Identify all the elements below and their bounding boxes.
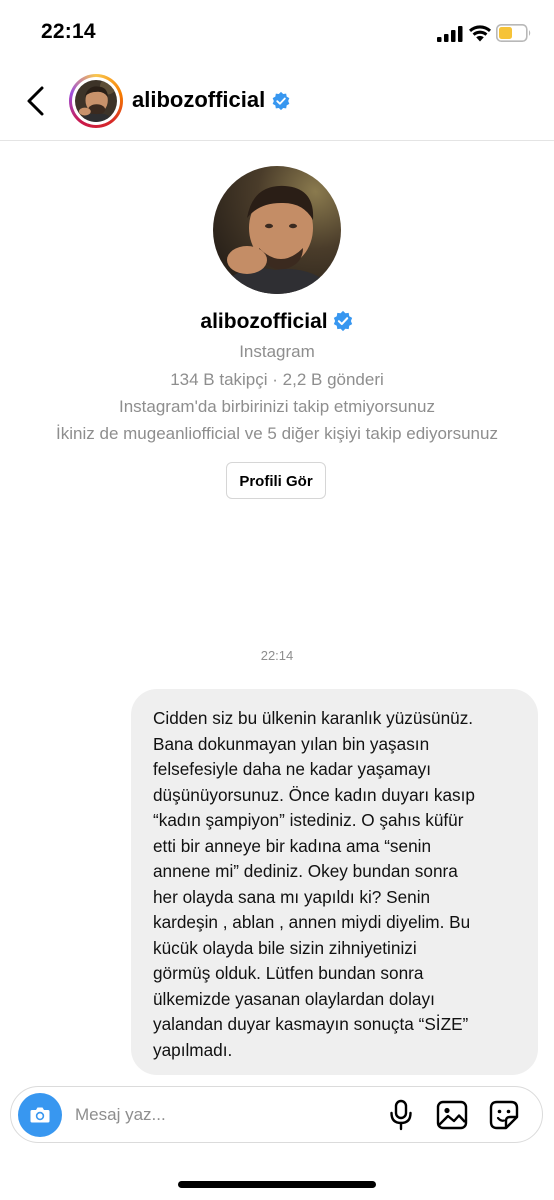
message-line: her olayda sana mı yapıldı ki? Senin [153,886,431,907]
header-username[interactable]: alibozofficial [132,87,265,113]
battery-icon [496,24,531,42]
home-indicator[interactable] [178,1181,376,1188]
wifi-icon [469,25,491,42]
message-line: etti bir anneye bir kadına ama “senin [153,835,432,856]
message-line: kardeşin , ablan , annen miydi diyelim. … [153,912,471,932]
message-input[interactable] [75,1101,365,1129]
cellular-signal-icon [437,26,463,42]
message-line: Bana dokunmayan yılan bin yaşasın [153,733,430,754]
camera-icon [30,1107,50,1123]
message-line: görmüş olduk. Lütfen bundan sonra [153,963,424,983]
view-profile-button[interactable]: Profili Gör [226,462,326,499]
status-time: 22:14 [41,20,96,43]
message-bubble[interactable]: Cidden siz bu ülkenin karanlık yüzüsünüz… [131,689,538,1075]
sticker-icon[interactable] [489,1100,519,1130]
message-line: kücük olayda bile sizin zihniyetinizi [153,937,417,958]
image-icon[interactable] [436,1100,468,1130]
profile-username: alibozofficial [200,310,328,333]
message-line: annene mi” dediniz. Okey bundan sonra [153,861,458,881]
status-bar: 22:14 [0,0,554,62]
profile-photo-image [213,166,341,294]
profile-stats: 134 B takipçi · 2,2 B gönderi [170,370,384,389]
camera-button[interactable] [18,1093,62,1137]
message-line: felsefesiyle daha ne kadar yaşamayı [153,759,432,779]
message-composer [10,1086,543,1143]
mutual-followers: İkiniz de mugeanliofficial ve 5 diğer ki… [56,424,498,443]
avatar-photo [75,80,117,122]
message-line: yapılmadı. [153,1039,233,1060]
profile-name-row: alibozofficial [0,310,554,334]
verified-badge-icon [333,310,352,332]
message-line: “kadın şampiyon” istediniz. O şahıs küfü… [153,810,464,830]
profile-source: Instagram [239,342,315,361]
verified-badge-icon [272,91,290,111]
message-line: düşünüyorsunuz. Önce kadın duyarı kasıp [153,784,475,805]
chat-header: alibozofficial [0,62,554,141]
message-line: yalandan duyar kasmayın sonuçta “SİZE” [153,1014,469,1034]
header-avatar[interactable] [69,74,123,128]
follow-status: Instagram'da birbirinizi takip etmiyorsu… [119,397,435,416]
message-timestamp: 22:14 [260,648,294,663]
back-chevron-icon[interactable] [22,84,52,118]
message-line: ülkemizde yasanan olaylardan dolayı [153,988,435,1009]
microphone-icon[interactable] [388,1099,414,1131]
message-line: Cidden siz bu ülkenin karanlık yüzüsünüz… [153,708,474,728]
profile-photo[interactable] [213,166,341,294]
